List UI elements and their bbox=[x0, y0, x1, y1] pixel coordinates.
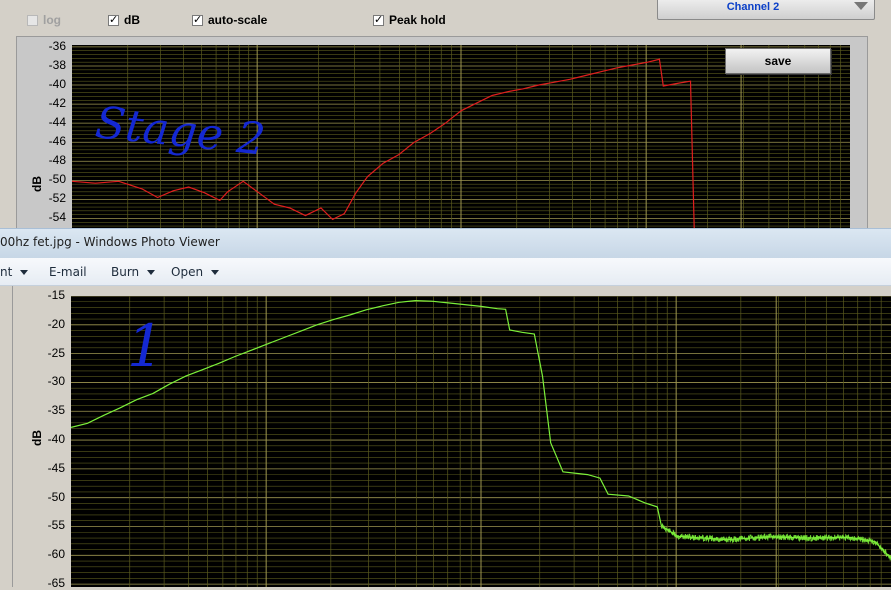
y-tick-label: -45 bbox=[47, 460, 65, 475]
y-tick-label: -54 bbox=[48, 210, 66, 225]
annotation-text: Stage 2 bbox=[93, 97, 268, 166]
y-tick-label: -40 bbox=[48, 77, 66, 92]
log-checkbox-box[interactable] bbox=[27, 14, 38, 26]
menu-email[interactable]: E-mail bbox=[49, 265, 87, 279]
db-checkbox-box[interactable] bbox=[108, 13, 119, 26]
y-tick-label: -55 bbox=[47, 518, 65, 533]
menu-burn-label: Burn bbox=[111, 265, 140, 279]
y-tick-label: -40 bbox=[47, 432, 65, 447]
db-checkbox[interactable]: dB bbox=[108, 12, 140, 28]
chevron-down-icon bbox=[147, 270, 156, 275]
menu-print[interactable]: nt bbox=[0, 265, 29, 279]
y-tick-label: -60 bbox=[47, 547, 65, 562]
save-button[interactable]: save bbox=[725, 48, 831, 74]
peak-hold-checkbox[interactable]: Peak hold bbox=[373, 12, 446, 28]
photo-viewer-titlebar: 00hz fet.jpg - Windows Photo Viewer bbox=[0, 228, 891, 259]
photo-viewer-left-edge bbox=[0, 286, 13, 587]
bottom-spectrum-graph: 1 bbox=[71, 296, 891, 587]
menu-burn[interactable]: Burn bbox=[111, 265, 156, 279]
y-tick-label: -52 bbox=[48, 191, 66, 206]
y-tick-label: -35 bbox=[47, 403, 65, 418]
y-tick-label: -46 bbox=[48, 134, 66, 149]
peak-hold-checkbox-box[interactable] bbox=[373, 13, 384, 26]
dropdown-arrow-icon[interactable] bbox=[854, 2, 868, 10]
menu-email-label: E-mail bbox=[49, 265, 87, 279]
y-tick-label: -48 bbox=[48, 153, 66, 168]
log-checkbox[interactable]: log bbox=[27, 12, 61, 28]
bottom-spectrum-svg: 1 bbox=[71, 296, 891, 587]
menu-print-label: nt bbox=[0, 265, 13, 279]
auto-scale-checkbox-box[interactable] bbox=[192, 13, 203, 26]
log-checkbox-label: log bbox=[43, 13, 61, 27]
y-tick-label: -25 bbox=[47, 345, 65, 360]
channel-select-value: Channel 2 bbox=[726, 1, 780, 13]
y-tick-label: -44 bbox=[48, 115, 66, 130]
chevron-down-icon bbox=[211, 270, 220, 275]
chevron-down-icon bbox=[20, 270, 29, 275]
annotation-text: 1 bbox=[127, 312, 164, 380]
window-title: 00hz fet.jpg - Windows Photo Viewer bbox=[0, 235, 220, 249]
y-tick-label: -42 bbox=[48, 96, 66, 111]
menu-open[interactable]: Open bbox=[171, 265, 220, 279]
y-tick-label: -65 bbox=[47, 576, 65, 590]
y-tick-label: -50 bbox=[47, 489, 65, 504]
photo-viewer-menubar: nt E-mail Burn Open bbox=[0, 258, 891, 286]
peak-hold-checkbox-label: Peak hold bbox=[389, 13, 446, 27]
auto-scale-checkbox[interactable]: auto-scale bbox=[192, 12, 267, 28]
y-tick-label: -36 bbox=[48, 38, 66, 53]
analyzer-top-panel: log dB auto-scale Peak hold Channel 2 dB… bbox=[0, 0, 891, 233]
auto-scale-checkbox-label: auto-scale bbox=[208, 13, 268, 27]
db-checkbox-label: dB bbox=[124, 13, 140, 27]
handwritten-annotation-bottom: 1 bbox=[127, 312, 164, 380]
y-tick-label: -38 bbox=[48, 57, 66, 72]
menu-open-label: Open bbox=[171, 265, 204, 279]
y-tick-label: -50 bbox=[48, 172, 66, 187]
y-tick-label: -30 bbox=[47, 374, 65, 389]
y-tick-label: -20 bbox=[47, 316, 65, 331]
handwritten-annotation-top: Stage 2 bbox=[93, 97, 268, 166]
channel-select[interactable]: Channel 2 bbox=[657, 0, 875, 20]
y-tick-label: -15 bbox=[47, 288, 65, 302]
